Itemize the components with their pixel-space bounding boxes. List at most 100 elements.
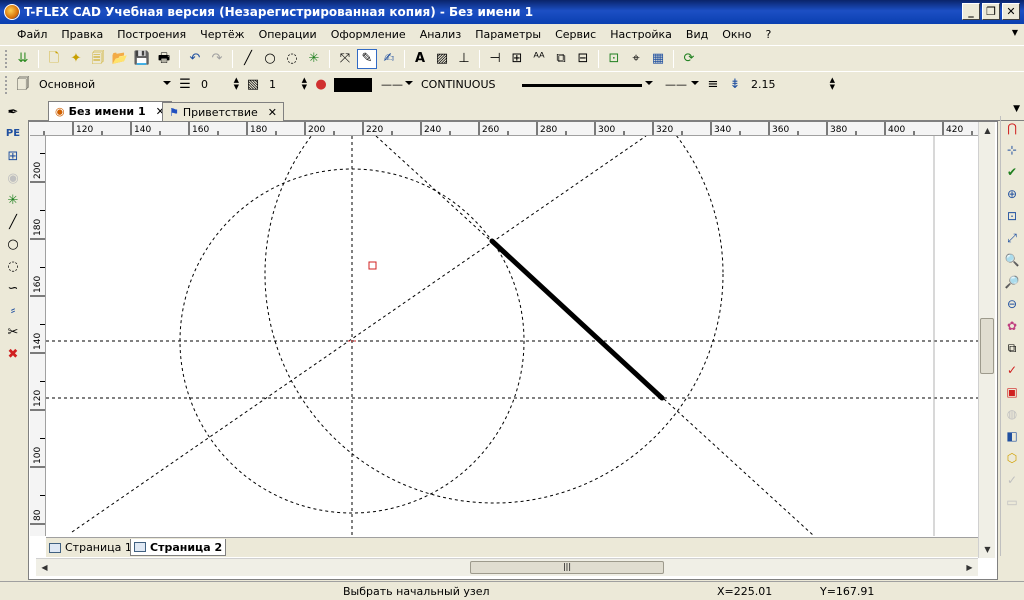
hatch-icon[interactable]: ▨ bbox=[432, 49, 452, 69]
grid-icon[interactable]: ⊟ bbox=[573, 49, 593, 69]
layer-red-icon[interactable]: ▣ bbox=[1002, 382, 1022, 402]
box-3d-icon[interactable]: ◧ bbox=[1002, 426, 1022, 446]
tab-document[interactable]: ◉ Без имени 1 ✕ bbox=[48, 101, 172, 121]
hatch-tool-icon[interactable]: ⸗ bbox=[3, 300, 23, 320]
menu-window[interactable]: Окно bbox=[715, 28, 758, 41]
annotation-icon[interactable]: ᴬᴬ bbox=[529, 49, 549, 69]
expand-icon[interactable]: ⇊ bbox=[13, 49, 33, 69]
ellipse-icon[interactable]: ◌ bbox=[3, 256, 23, 276]
thickness-input[interactable]: 2.15 ▲ ▼ bbox=[748, 76, 838, 94]
snap-icon[interactable]: ⤧ bbox=[335, 49, 355, 69]
preview-icon[interactable]: ⌖ bbox=[626, 49, 646, 69]
layer-check-icon[interactable]: ✓ bbox=[1002, 360, 1022, 380]
scroll-down-icon[interactable]: ▼ bbox=[980, 542, 995, 557]
disabled-icon[interactable]: ◉ bbox=[3, 168, 23, 188]
chevron-down-icon[interactable]: ▼ bbox=[1013, 104, 1020, 114]
horizontal-scrollbar[interactable]: ◀ ||| ▶ bbox=[36, 558, 978, 576]
scroll-up-icon[interactable]: ▲ bbox=[980, 123, 995, 138]
scissors-icon[interactable]: ✂ bbox=[3, 322, 23, 342]
disabled-check-icon[interactable]: ✓ bbox=[1002, 470, 1022, 490]
calculator-icon[interactable]: ▦ bbox=[648, 49, 668, 69]
palette-icon[interactable]: ✿ bbox=[1002, 316, 1022, 336]
snap-settings-icon[interactable]: ⊹ bbox=[1002, 140, 1022, 160]
menu-construct[interactable]: Построения bbox=[110, 28, 193, 41]
node-icon[interactable]: ✳ bbox=[3, 190, 23, 210]
horizontal-scroll-thumb[interactable]: ||| bbox=[470, 561, 664, 574]
variables-icon[interactable]: ⊞ bbox=[3, 146, 23, 166]
circle-tool-icon[interactable]: ○ bbox=[260, 49, 280, 69]
open-folder-icon[interactable]: 📂 bbox=[110, 49, 130, 69]
vertical-scroll-thumb[interactable] bbox=[980, 318, 994, 374]
tab-welcome[interactable]: ⚑ Приветствие ✕ bbox=[162, 102, 285, 121]
page-tab-2[interactable]: Страница 2 bbox=[130, 539, 227, 556]
ellipse-tool-icon[interactable]: ◌ bbox=[282, 49, 302, 69]
pencil-icon[interactable]: ✎ bbox=[357, 48, 377, 69]
menu-format[interactable]: Оформление bbox=[324, 28, 413, 41]
detail-icon[interactable]: ⊞ bbox=[507, 49, 527, 69]
toolbar-grip[interactable] bbox=[5, 49, 9, 68]
zoom-window-icon[interactable]: ⊡ bbox=[1002, 206, 1022, 226]
new-template-icon[interactable]: 🗐 bbox=[88, 49, 108, 69]
zoom-previous-icon[interactable]: 🔎 bbox=[1002, 272, 1022, 292]
scroll-right-icon[interactable]: ▶ bbox=[962, 560, 977, 575]
line-style-select[interactable]: —— bbox=[378, 76, 416, 94]
zoom-fit-icon[interactable]: ⤢ bbox=[1002, 228, 1022, 248]
menu-service[interactable]: Сервис bbox=[548, 28, 603, 41]
menu-help[interactable]: ? bbox=[758, 28, 778, 41]
sketch-icon[interactable]: ✍ bbox=[379, 49, 399, 69]
zoom-page-icon[interactable]: 🔍 bbox=[1002, 250, 1022, 270]
zoom-out-icon[interactable]: ⊖ bbox=[1002, 294, 1022, 314]
drawing-canvas[interactable] bbox=[46, 136, 978, 536]
construction-circle-right[interactable] bbox=[264, 136, 724, 504]
node-tool-icon[interactable]: ✳ bbox=[304, 49, 324, 69]
menu-parameters[interactable]: Параметры bbox=[468, 28, 548, 41]
edit-pen-icon[interactable]: ✒ bbox=[3, 102, 23, 122]
disabled-frame-icon[interactable]: ▭ bbox=[1002, 492, 1022, 512]
maximize-button[interactable]: ❐ bbox=[982, 3, 1000, 20]
app-icon[interactable] bbox=[4, 4, 20, 20]
line-icon[interactable]: ╱ bbox=[3, 212, 23, 232]
minimize-button[interactable]: _ bbox=[962, 3, 980, 20]
vertical-scrollbar[interactable]: ▲ ▼ bbox=[978, 122, 995, 558]
page-tab-1[interactable]: Страница 1 bbox=[46, 539, 135, 556]
frame-icon[interactable]: ⊡ bbox=[604, 49, 624, 69]
text-icon[interactable]: A bbox=[410, 49, 430, 69]
level-select[interactable]: 1 ▲ ▼ bbox=[266, 76, 310, 94]
new-3d-icon[interactable]: ✦ bbox=[66, 49, 86, 69]
undo-icon[interactable]: ↶ bbox=[185, 49, 205, 69]
magnet-icon[interactable]: ⋂ bbox=[1002, 118, 1022, 138]
menu-file[interactable]: Файл bbox=[10, 28, 54, 41]
parameters-icon[interactable]: PE bbox=[3, 124, 23, 144]
menu-analysis[interactable]: Анализ bbox=[413, 28, 469, 41]
scroll-left-icon[interactable]: ◀ bbox=[37, 560, 52, 575]
close-button[interactable]: ✕ bbox=[1002, 3, 1020, 20]
graphic-line-thick[interactable] bbox=[489, 238, 665, 401]
refresh-icon[interactable]: ⟳ bbox=[679, 49, 699, 69]
toolbar-grip[interactable] bbox=[5, 75, 9, 94]
linetype-select[interactable]: CONTINUOUS bbox=[418, 76, 656, 94]
dimension-icon[interactable]: ⊥ bbox=[454, 49, 474, 69]
drawing-svg[interactable] bbox=[46, 136, 978, 536]
menu-draw[interactable]: Чертёж bbox=[193, 28, 251, 41]
fragment-icon[interactable]: ⊣ bbox=[485, 49, 505, 69]
disabled-tool-icon[interactable]: ◍ bbox=[1002, 404, 1022, 424]
check-snap-icon[interactable]: ✔ bbox=[1002, 162, 1022, 182]
menu-edit[interactable]: Правка bbox=[54, 28, 110, 41]
chevron-down-icon[interactable]: ▼ bbox=[1012, 28, 1018, 37]
new-document-icon[interactable]: 🗋 bbox=[44, 49, 64, 69]
layer-select[interactable]: 0 ▲ ▼ bbox=[198, 76, 242, 94]
save-icon[interactable]: 💾 bbox=[132, 49, 152, 69]
line-end-select[interactable]: —— bbox=[662, 76, 702, 94]
delete-icon[interactable]: ✖ bbox=[3, 344, 23, 364]
copy-icon[interactable]: ⧉ bbox=[551, 49, 571, 69]
print-icon[interactable]: 🖶 bbox=[154, 49, 174, 69]
pages-icon[interactable]: ⧉ bbox=[1002, 338, 1022, 358]
menu-view[interactable]: Вид bbox=[679, 28, 715, 41]
cube-icon[interactable]: ⬡ bbox=[1002, 448, 1022, 468]
menu-operations[interactable]: Операции bbox=[252, 28, 324, 41]
zoom-in-icon[interactable]: ⊕ bbox=[1002, 184, 1022, 204]
menu-settings[interactable]: Настройка bbox=[603, 28, 679, 41]
line-tool-icon[interactable]: ╱ bbox=[238, 49, 258, 69]
redo-icon[interactable]: ↷ bbox=[207, 49, 227, 69]
construction-line-diagonal[interactable] bbox=[71, 136, 647, 533]
